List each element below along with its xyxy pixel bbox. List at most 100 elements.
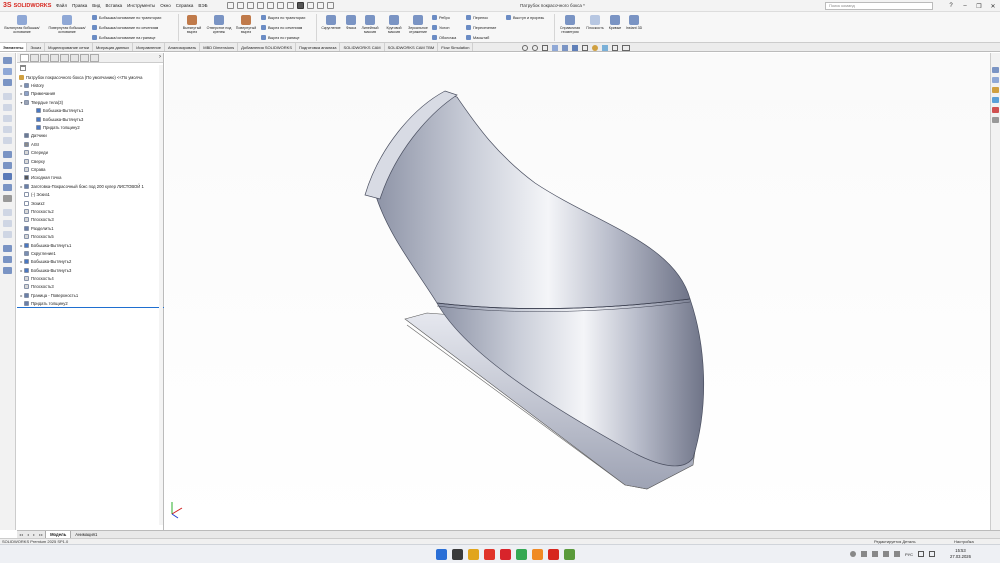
new-icon[interactable] xyxy=(237,2,244,9)
shell-button[interactable]: Оболочка xyxy=(432,35,456,40)
search-commands-input[interactable]: Поиск команд xyxy=(825,2,933,10)
tab-sketch[interactable]: Эскиз xyxy=(27,43,46,51)
toolbar-icon[interactable] xyxy=(3,68,12,75)
filter-icon[interactable] xyxy=(20,65,26,71)
print-icon[interactable] xyxy=(267,2,274,9)
explorer-icon[interactable] xyxy=(468,549,479,560)
tree-item[interactable]: Плоскость5 xyxy=(17,232,164,240)
toolbar-icon[interactable] xyxy=(3,137,12,144)
circular-pattern-button[interactable]: Круговой массив xyxy=(383,15,405,34)
tab-flow-simulation[interactable]: Flow Simulation xyxy=(438,43,474,51)
revolve-cut-button[interactable]: Повернутый вырез xyxy=(233,15,259,34)
search-app-icon[interactable] xyxy=(452,549,463,560)
scale-button[interactable]: Масштаб xyxy=(466,35,489,40)
feature-manager-tab-icon[interactable] xyxy=(20,53,29,62)
wifi-icon[interactable] xyxy=(918,551,925,557)
opera-icon[interactable] xyxy=(500,549,511,560)
tree-item[interactable]: ▾ Твердые тела(3) xyxy=(17,98,164,106)
boundary-boss-button[interactable]: Бобышка/основание на границе xyxy=(92,35,156,40)
tree-item[interactable]: ▸ Бобышка-Вытянуть1 xyxy=(17,241,164,249)
toolbar-icon[interactable] xyxy=(3,245,12,252)
file-properties-icon[interactable] xyxy=(317,2,324,9)
tree-root-part[interactable]: Патрубок покрасочного бокса (По умолчани… xyxy=(17,73,164,81)
tab-features[interactable]: Элементы xyxy=(0,43,28,51)
tab-solidworks-cam-tbm[interactable]: SOLIDWORKS CAM TBM xyxy=(385,43,439,51)
tab-solidworks-cam[interactable]: SOLIDWORKS CAM xyxy=(340,43,385,51)
toolbar-icon[interactable] xyxy=(3,126,12,133)
file-explorer-icon[interactable] xyxy=(992,87,999,93)
help-icon[interactable]: ? xyxy=(944,0,958,12)
tree-item[interactable]: Бобышка-Вытянуть3 xyxy=(17,115,164,123)
boss-cut-button[interactable]: Выступ и прорезь xyxy=(506,15,544,20)
tray-icon[interactable] xyxy=(861,551,867,557)
previous-view-icon[interactable] xyxy=(542,45,548,51)
tree-item[interactable]: AISI xyxy=(17,140,164,148)
view-palette-icon[interactable] xyxy=(992,97,999,103)
intersect-button[interactable]: Пересечение xyxy=(466,25,496,30)
tree-item[interactable]: Спереди xyxy=(17,149,164,157)
app-icon[interactable] xyxy=(564,549,575,560)
menu-insert[interactable]: Вставка xyxy=(105,3,122,8)
view-orientation-icon[interactable] xyxy=(562,45,568,51)
chevron-right-icon[interactable]: › xyxy=(159,54,161,62)
tray-icon[interactable] xyxy=(872,551,878,557)
tree-item[interactable]: Придать толщину2 xyxy=(17,123,164,131)
fillet-button[interactable]: Скругление xyxy=(318,15,344,30)
tree-item[interactable]: Датчики xyxy=(17,132,164,140)
boundary-cut-button[interactable]: Вырез по границе xyxy=(261,35,300,40)
tab-analyze[interactable]: Анализировать xyxy=(165,43,201,51)
wrap-button[interactable]: Перенос xyxy=(466,15,488,20)
cam-tool-tab-icon[interactable] xyxy=(90,53,99,62)
toolbar-icon[interactable] xyxy=(3,220,12,227)
tree-scrollbar[interactable] xyxy=(159,65,163,525)
tab-model[interactable]: Модель xyxy=(45,531,72,538)
toolbar-icon[interactable] xyxy=(3,104,12,111)
windows-start-icon[interactable] xyxy=(436,549,447,560)
tab-animation[interactable]: Анимация1 xyxy=(71,531,101,538)
chrome-icon[interactable] xyxy=(516,549,527,560)
extrude-boss-button[interactable]: Вытянутая бобышка/основание xyxy=(2,15,42,34)
tray-icon[interactable] xyxy=(894,551,900,557)
redo-icon[interactable] xyxy=(287,2,294,9)
hide-show-items-icon[interactable] xyxy=(582,45,588,51)
toolbar-icon[interactable] xyxy=(3,184,12,191)
tree-item[interactable]: ▸ Граница - Поверхность1 xyxy=(17,291,164,299)
loft-cut-button[interactable]: Вырез по сечениям xyxy=(261,25,302,30)
tree-item[interactable]: (-) Эскиз1 xyxy=(17,190,164,198)
toolbar-icon[interactable] xyxy=(3,267,12,274)
display-monitor-icon[interactable] xyxy=(622,45,630,51)
zoom-to-fit-icon[interactable] xyxy=(522,45,528,51)
toolbar-icon[interactable] xyxy=(3,115,12,122)
rebuild-icon[interactable] xyxy=(307,2,314,9)
plane-button[interactable]: Плоскость xyxy=(585,15,605,30)
home-icon[interactable] xyxy=(227,2,234,9)
curves-button[interactable]: Кривые xyxy=(606,15,624,30)
language-indicator[interactable]: РУС xyxy=(905,552,913,557)
view-settings-icon[interactable] xyxy=(612,45,618,51)
yandex-icon[interactable] xyxy=(484,549,495,560)
options-gear-icon[interactable] xyxy=(327,2,334,9)
tree-item[interactable]: Сверху xyxy=(17,157,164,165)
menu-edit[interactable]: Правка xyxy=(72,3,87,8)
tab-data-migration[interactable]: Миграция данных xyxy=(93,43,134,51)
tree-item[interactable]: Эскиз2 xyxy=(17,199,164,207)
tray-icon[interactable] xyxy=(883,551,889,557)
hole-wizard-button[interactable]: Отверстие под крепеж xyxy=(205,15,233,34)
tree-item[interactable]: ▸ Заготовка-Покрасочный бокс под 200 куле… xyxy=(17,182,164,190)
tree-item[interactable]: Плоскость4 xyxy=(17,274,164,282)
tree-item[interactable]: Придать толщину2 xyxy=(17,300,164,308)
toolbar-icon[interactable] xyxy=(3,195,12,202)
tab-repair[interactable]: Исправление xyxy=(133,43,165,51)
tree-item[interactable]: Скругление1 xyxy=(17,249,164,257)
sweep-boss-button[interactable]: Бобышка/основание по траектории xyxy=(92,15,161,20)
custom-properties-icon[interactable] xyxy=(992,117,999,123)
edit-appearance-icon[interactable] xyxy=(592,45,598,51)
tree-item[interactable]: ▸ Бобышка-Вытянуть2 xyxy=(17,258,164,266)
close-icon[interactable]: ✕ xyxy=(986,0,1000,12)
volume-icon[interactable] xyxy=(929,551,936,557)
configuration-manager-tab-icon[interactable] xyxy=(40,53,49,62)
minimize-icon[interactable]: – xyxy=(958,0,972,12)
undo-icon[interactable] xyxy=(277,2,284,9)
tab-mbd-dimensions[interactable]: MBD Dimensions xyxy=(200,43,239,51)
tree-item[interactable]: Справа xyxy=(17,165,164,173)
